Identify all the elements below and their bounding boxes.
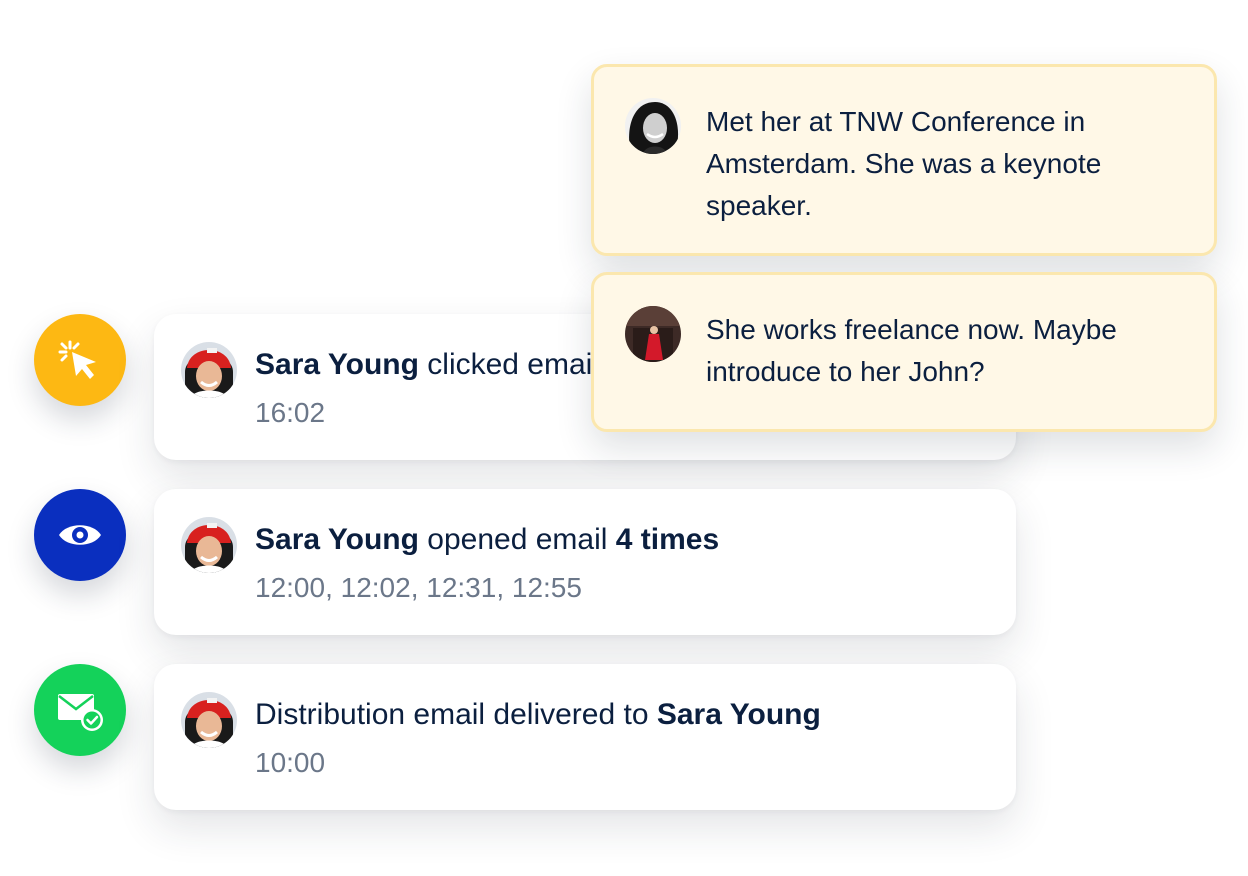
open-event-icon	[34, 489, 126, 581]
activity-time: 10:00	[255, 747, 326, 778]
note-card[interactable]: She works freelance now. Maybe introduce…	[591, 272, 1217, 432]
open-count: 4 times	[615, 523, 720, 556]
activity-time: 16:02	[255, 397, 326, 428]
contact-name[interactable]: Sara Young	[657, 698, 821, 731]
avatar	[181, 692, 237, 748]
avatar	[181, 517, 237, 573]
note-text: She works freelance now. Maybe introduce…	[706, 314, 1117, 387]
activity-text: opened email	[418, 523, 616, 556]
contact-name[interactable]: Sara Young	[255, 523, 419, 556]
click-event-icon	[34, 314, 126, 406]
activity-card-opened[interactable]: Sara Young opened email 4 times 12:00, 1…	[154, 489, 1016, 635]
activity-card-delivered[interactable]: Distribution email delivered to Sara You…	[154, 664, 1016, 810]
activity-description: Distribution email delivered to Sara You…	[255, 695, 821, 735]
contact-name[interactable]: Sara Young	[255, 348, 419, 381]
delivered-event-icon	[34, 664, 126, 756]
avatar	[625, 98, 681, 154]
note-text: Met her at TNW Conference in Amsterdam. …	[706, 106, 1102, 221]
avatar	[625, 306, 681, 362]
cursor-click-icon	[58, 340, 96, 379]
activity-text: Distribution email delivered to	[255, 698, 657, 731]
activity-description: Sara Young clicked email	[255, 345, 599, 385]
activity-text: clicked email	[418, 348, 599, 381]
avatar	[181, 342, 237, 398]
eye-icon	[59, 525, 101, 545]
activity-time: 12:00, 12:02, 12:31, 12:55	[255, 572, 582, 603]
mail-delivered-icon	[58, 694, 103, 731]
activity-description: Sara Young opened email 4 times	[255, 520, 719, 560]
note-card[interactable]: Met her at TNW Conference in Amsterdam. …	[591, 64, 1217, 256]
